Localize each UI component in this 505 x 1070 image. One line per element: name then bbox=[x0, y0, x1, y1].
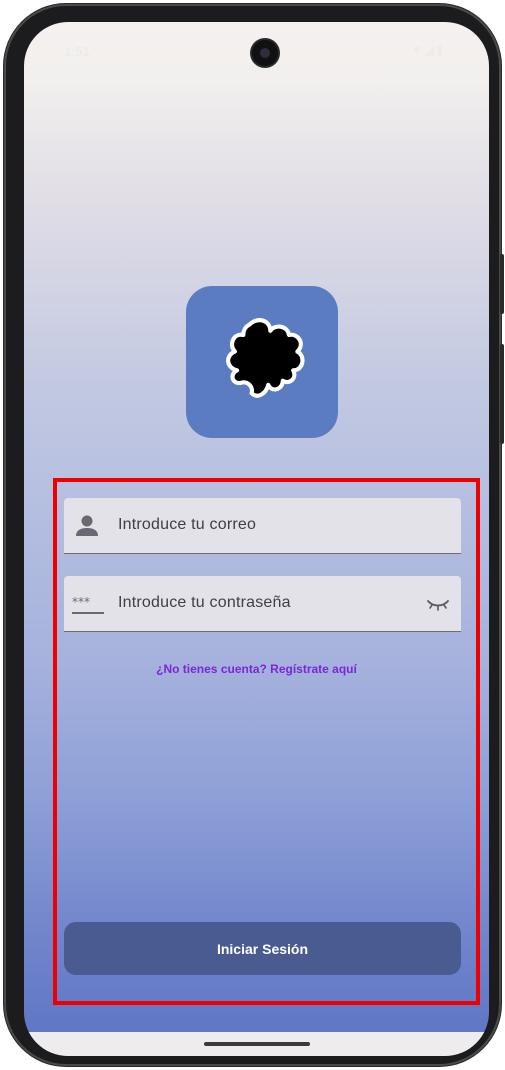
app-logo bbox=[186, 286, 338, 438]
puzzle-piece-icon bbox=[226, 318, 305, 398]
front-camera bbox=[252, 40, 278, 66]
power-button bbox=[500, 344, 504, 444]
status-time: 1:51 bbox=[64, 44, 91, 59]
home-indicator[interactable] bbox=[204, 1042, 310, 1046]
volume-button bbox=[500, 254, 504, 314]
highlight-box bbox=[53, 478, 480, 1005]
screen: 1:51 ▼◢▮ Introduce tu correo *** Introdu… bbox=[24, 22, 489, 1056]
status-icons: ▼◢▮ bbox=[411, 43, 445, 57]
phone-frame: 1:51 ▼◢▮ Introduce tu correo *** Introdu… bbox=[4, 4, 504, 1066]
navigation-bar bbox=[24, 1032, 489, 1056]
